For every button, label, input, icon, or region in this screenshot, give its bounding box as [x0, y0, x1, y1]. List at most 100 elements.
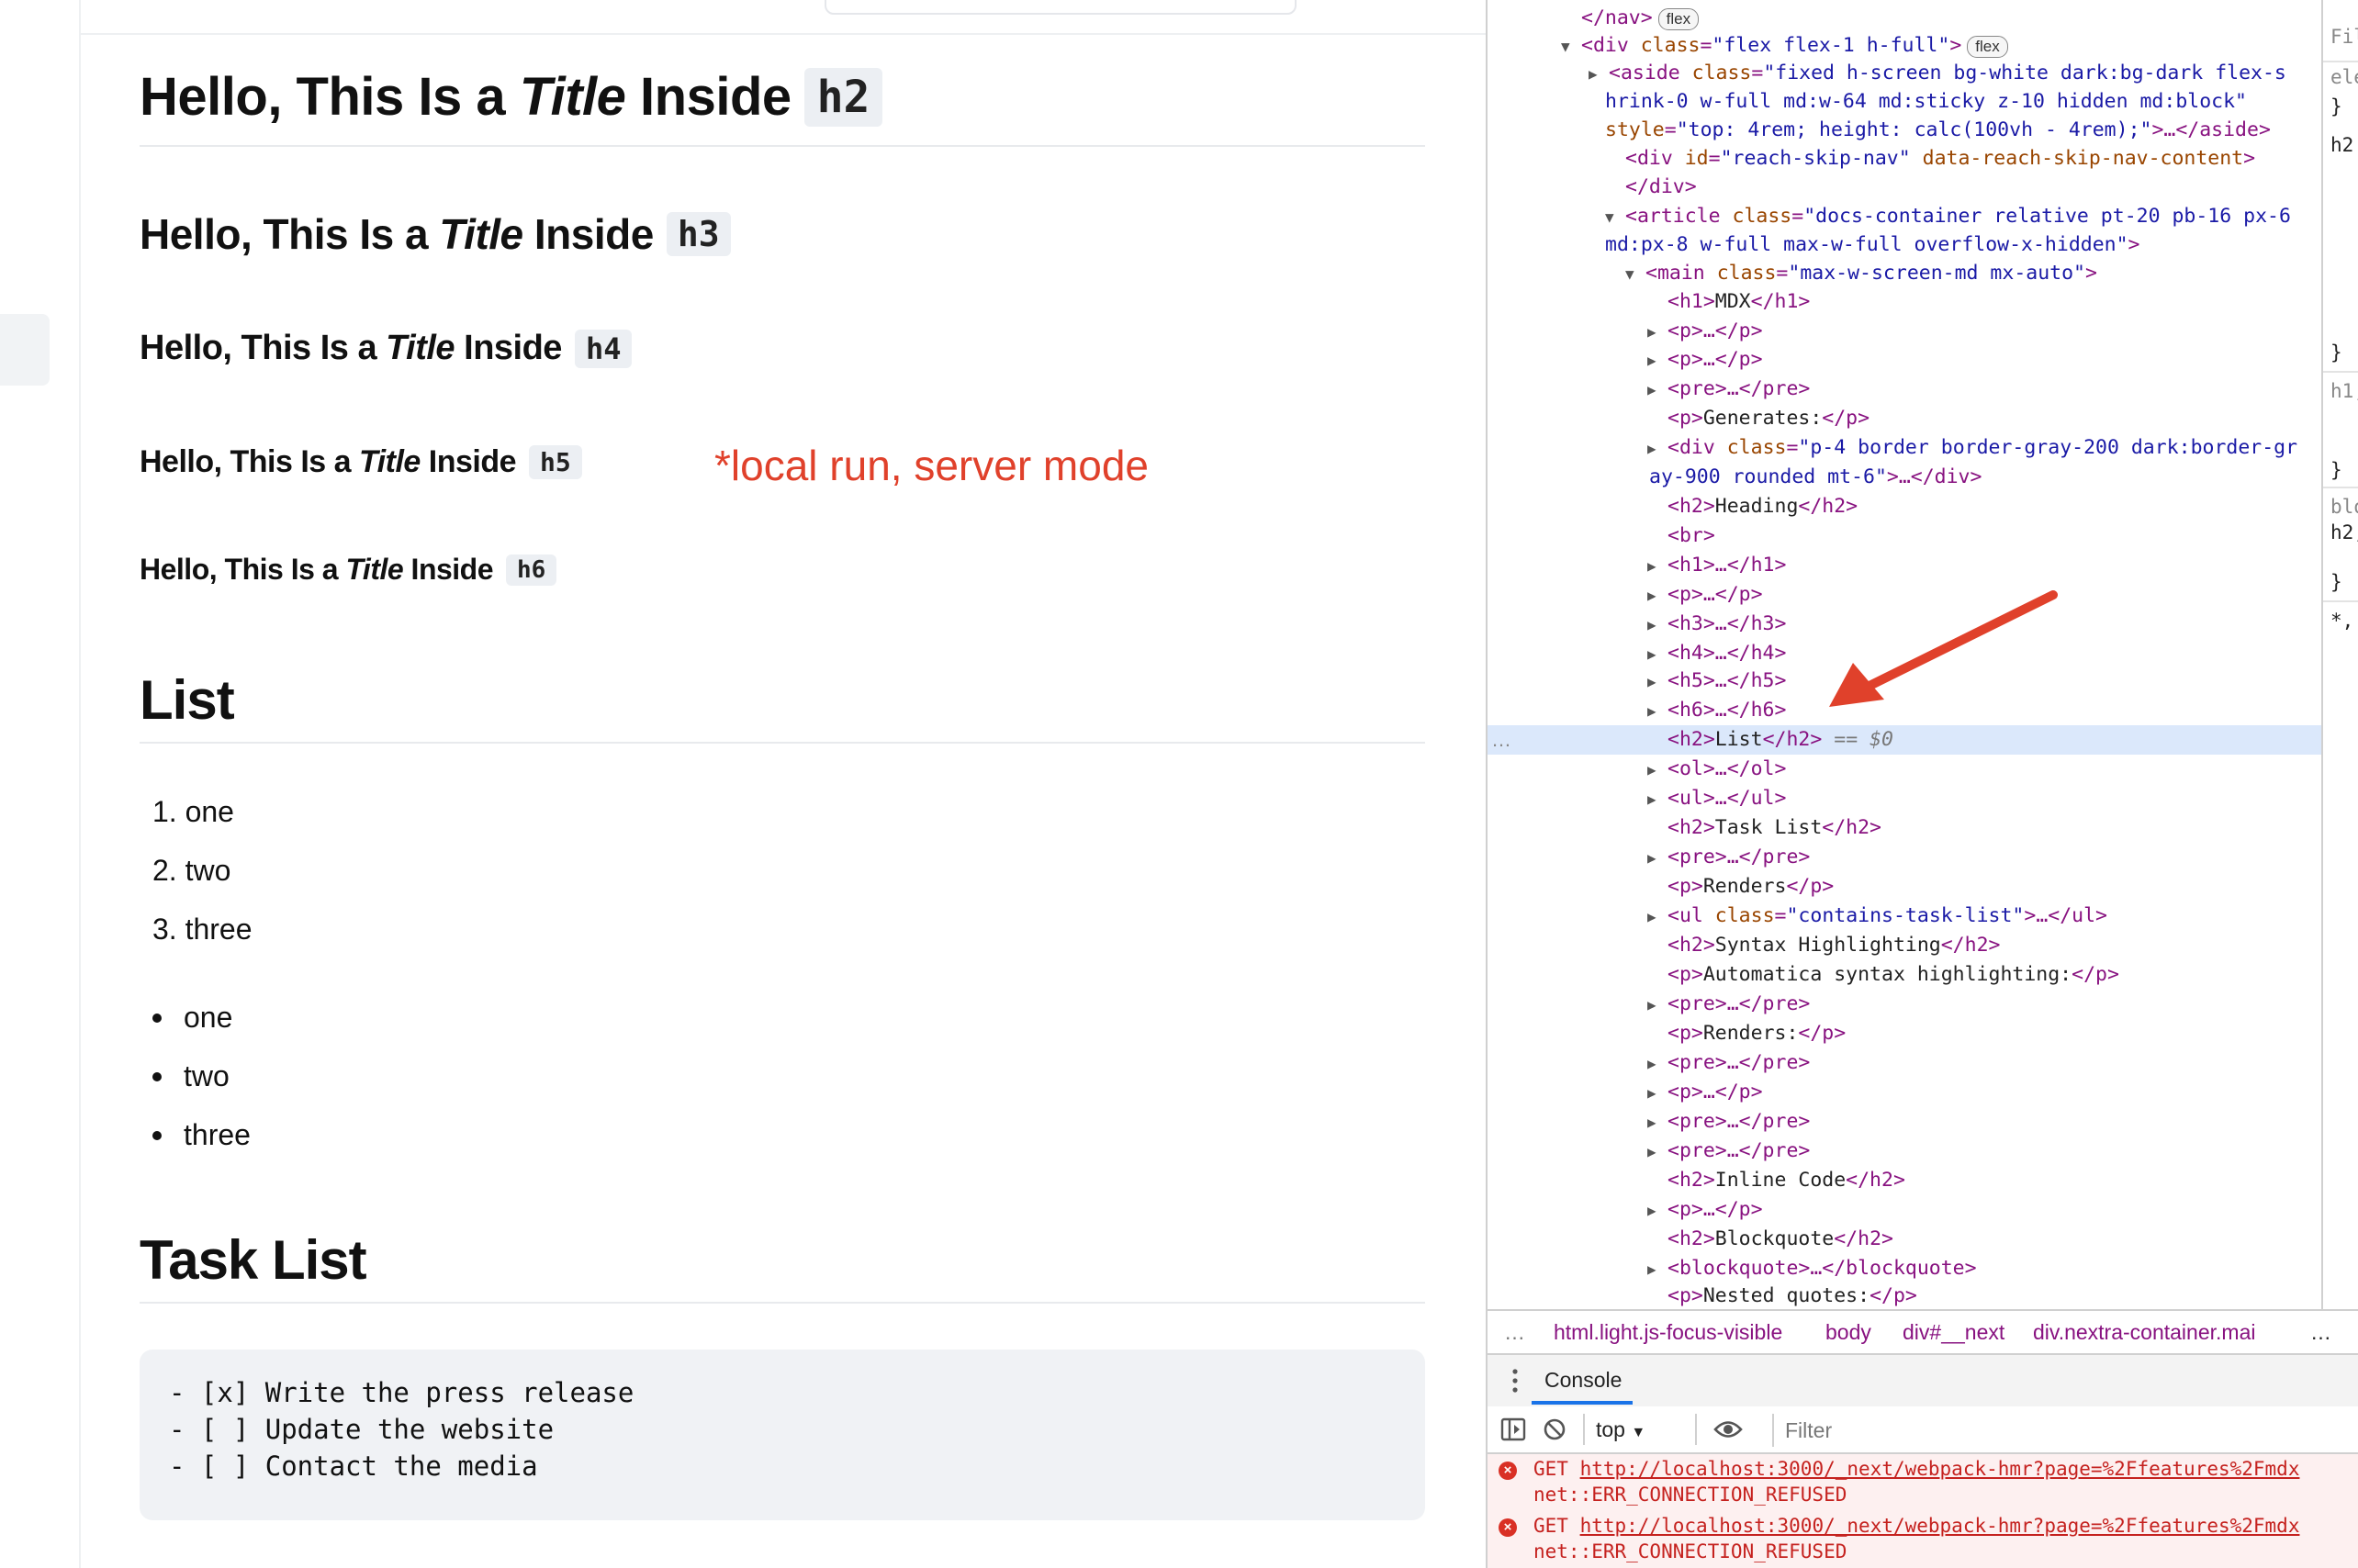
eye-icon[interactable]: [1713, 1419, 1743, 1439]
expand-triangle-icon[interactable]: ▶: [1647, 756, 1667, 785]
flex-badge[interactable]: flex: [1967, 36, 2008, 58]
tab-console[interactable]: Console: [1544, 1368, 1622, 1393]
dom-node[interactable]: ▶ <h1>…</h1>: [1488, 551, 2321, 580]
dom-node[interactable]: ▶ <pre>…</pre>: [1488, 1048, 2321, 1078]
styles-pane[interactable]: Fil ele } h2 } h1, } blo h2, } *,: [2321, 0, 2358, 1309]
search-input[interactable]: [825, 0, 1297, 15]
expand-triangle-icon[interactable]: ▶: [1647, 844, 1667, 873]
dom-node[interactable]: <div id="reach-skip-nav" data-reach-skip…: [1488, 144, 2321, 174]
drawer-menu-icon[interactable]: [1511, 1368, 1519, 1394]
expand-triangle-icon[interactable]: ▼: [1561, 32, 1581, 62]
tag-text: <h3>…</h3>: [1667, 612, 1787, 635]
dom-node[interactable]: ▶ <ol>…</ol>: [1488, 755, 2321, 784]
dom-node[interactable]: <h2>Heading</h2>: [1488, 492, 2321, 521]
inline-code-tag: h2: [803, 67, 883, 127]
console-error-message[interactable]: × GET http://localhost:3000/_next/webpac…: [1488, 1454, 2358, 1512]
breadcrumb-item[interactable]: body: [1825, 1320, 1871, 1345]
dom-node[interactable]: ▼ <main class="max-w-screen-md mx-auto">: [1488, 259, 2321, 288]
error-url-link[interactable]: http://localhost:3000/_next/webpack-hmr?…: [1580, 1515, 2300, 1537]
expand-triangle-icon[interactable]: ▶: [1647, 610, 1667, 640]
dom-node[interactable]: ▶ <p>…</p>: [1488, 1195, 2321, 1225]
dom-node[interactable]: <p>Automatica syntax highlighting:</p>: [1488, 960, 2321, 990]
breadcrumb-overflow-icon[interactable]: …: [1504, 1320, 1525, 1345]
expand-triangle-icon[interactable]: ▶: [1647, 785, 1667, 814]
dom-node[interactable]: ▶ <ul>…</ul>: [1488, 784, 2321, 813]
dom-node[interactable]: ▶ <div class="p-4 border border-gray-200 …: [1488, 433, 2321, 463]
breadcrumb-more-icon[interactable]: …: [2310, 1320, 2331, 1345]
expand-triangle-icon[interactable]: ▶: [1647, 991, 1667, 1020]
dom-node[interactable]: <br>: [1488, 521, 2321, 551]
expand-triangle-icon[interactable]: ▼: [1605, 203, 1625, 232]
more-options-icon[interactable]: …: [1491, 725, 1511, 755]
expand-triangle-icon[interactable]: ▶: [1647, 1049, 1667, 1079]
dom-node[interactable]: <p>Renders:</p>: [1488, 1019, 2321, 1048]
inline-code-tag: h3: [666, 212, 731, 256]
heading-divider: [140, 1302, 1425, 1304]
tag-text: =: [1776, 262, 1789, 285]
clear-console-icon[interactable]: [1543, 1417, 1566, 1441]
dom-node[interactable]: ▼ <article class="docs-container relative…: [1488, 202, 2321, 231]
sidebar-toggle-icon[interactable]: [1500, 1417, 1526, 1441]
breadcrumb-item[interactable]: div.nextra-container.mai: [2033, 1320, 2283, 1345]
expand-triangle-icon[interactable]: ▶: [1647, 640, 1667, 669]
expand-triangle-icon[interactable]: ▶: [1647, 375, 1667, 405]
dom-node[interactable]: ▶ <pre>…</pre>: [1488, 843, 2321, 872]
dom-node[interactable]: ▼ <div class="flex flex-1 h-full"> flex: [1488, 31, 2321, 61]
navbar-divider: [79, 33, 1486, 35]
breadcrumb-item[interactable]: div#__next: [1903, 1320, 2004, 1345]
dom-node[interactable]: <p>Nested quotes:</p>: [1488, 1282, 2321, 1309]
expand-triangle-icon[interactable]: ▶: [1647, 1196, 1667, 1226]
dom-node[interactable]: ▶ <pre>…</pre>: [1488, 1137, 2321, 1166]
expand-triangle-icon[interactable]: ▶: [1647, 346, 1667, 375]
expand-triangle-icon[interactable]: ▶: [1647, 1108, 1667, 1137]
console-error-message[interactable]: × GET http://localhost:3000/_next/webpac…: [1488, 1511, 2358, 1568]
error-url-link[interactable]: http://localhost:3000/_next/webpack-hmr?…: [1580, 1458, 2300, 1480]
dom-node[interactable]: ▶ <p>…</p>: [1488, 317, 2321, 346]
dom-node[interactable]: <h2>Syntax Highlighting</h2>: [1488, 931, 2321, 960]
dom-node[interactable]: <p>Generates:</p>: [1488, 404, 2321, 433]
heading-h3: Hello, This Is a Title Inside h3: [140, 209, 731, 259]
context-selector[interactable]: top ▼: [1596, 1417, 1645, 1442]
dom-node-selected[interactable]: … <h2>List</h2> == $0: [1488, 725, 2321, 755]
dom-node[interactable]: ▶ <pre>…</pre>: [1488, 375, 2321, 404]
dom-node[interactable]: <p>Renders</p>: [1488, 872, 2321, 902]
dom-node[interactable]: ▶ <pre>…</pre>: [1488, 1107, 2321, 1137]
dom-node[interactable]: ▶ <pre>…</pre>: [1488, 990, 2321, 1019]
dom-node[interactable]: ▶ <ul class="contains-task-list">…</ul>: [1488, 902, 2321, 931]
expand-triangle-icon[interactable]: ▶: [1647, 434, 1667, 464]
expand-triangle-icon[interactable]: ▶: [1647, 318, 1667, 347]
dom-node[interactable]: ▶ <blockquote>…</blockquote>: [1488, 1254, 2321, 1283]
expand-triangle-icon[interactable]: ▶: [1647, 552, 1667, 581]
expand-triangle-icon[interactable]: ▶: [1647, 1079, 1667, 1108]
dom-node[interactable]: <h2>Blockquote</h2>: [1488, 1225, 2321, 1254]
sidebar-active-item[interactable]: [0, 314, 50, 386]
expand-triangle-icon[interactable]: ▶: [1647, 1137, 1667, 1167]
styles-filter-text[interactable]: Fil: [2330, 26, 2358, 48]
console-filter-input[interactable]: [1772, 1414, 2358, 1447]
dom-node[interactable]: <h1>MDX</h1>: [1488, 287, 2321, 317]
breadcrumb-item[interactable]: html.light.js-focus-visible: [1554, 1320, 1782, 1345]
dom-node[interactable]: ▶ <p>…</p>: [1488, 1078, 2321, 1107]
tag-text: </h2>: [1940, 934, 2001, 957]
styles-divider: [2323, 600, 2358, 602]
expand-triangle-icon[interactable]: ▶: [1647, 1255, 1667, 1284]
expand-triangle-icon[interactable]: ▶: [1647, 697, 1667, 726]
dom-node[interactable]: </nav> flex: [1488, 4, 2321, 33]
expand-triangle-icon[interactable]: ▼: [1625, 260, 1645, 289]
expand-triangle-icon[interactable]: ▶: [1647, 667, 1667, 697]
styles-rule-text: }: [2330, 95, 2342, 118]
dom-node[interactable]: <h2>Task List</h2>: [1488, 813, 2321, 843]
dom-node-wrap: ay-900 rounded mt-6">…</div>: [1488, 463, 2321, 492]
attr-value: md:px-8 w-full max-w-full overflow-x-hid…: [1605, 233, 2128, 256]
dom-node[interactable]: ▶ <p>…</p>: [1488, 345, 2321, 375]
dom-node[interactable]: <h2>Inline Code</h2>: [1488, 1166, 2321, 1195]
expand-triangle-icon[interactable]: ▶: [1647, 902, 1667, 932]
dom-node[interactable]: ▶ <aside class="fixed h-screen bg-white d…: [1488, 59, 2321, 88]
attr-name: class: [1732, 205, 1792, 228]
flex-badge[interactable]: flex: [1657, 8, 1700, 30]
dom-node[interactable]: </div>: [1488, 173, 2321, 202]
expand-triangle-icon[interactable]: ▶: [1647, 581, 1667, 610]
bullet-icon: [152, 1014, 162, 1023]
expand-triangle-icon[interactable]: ▶: [1589, 60, 1609, 89]
code-block: - [x] Write the press release - [ ] Upda…: [140, 1350, 1425, 1520]
